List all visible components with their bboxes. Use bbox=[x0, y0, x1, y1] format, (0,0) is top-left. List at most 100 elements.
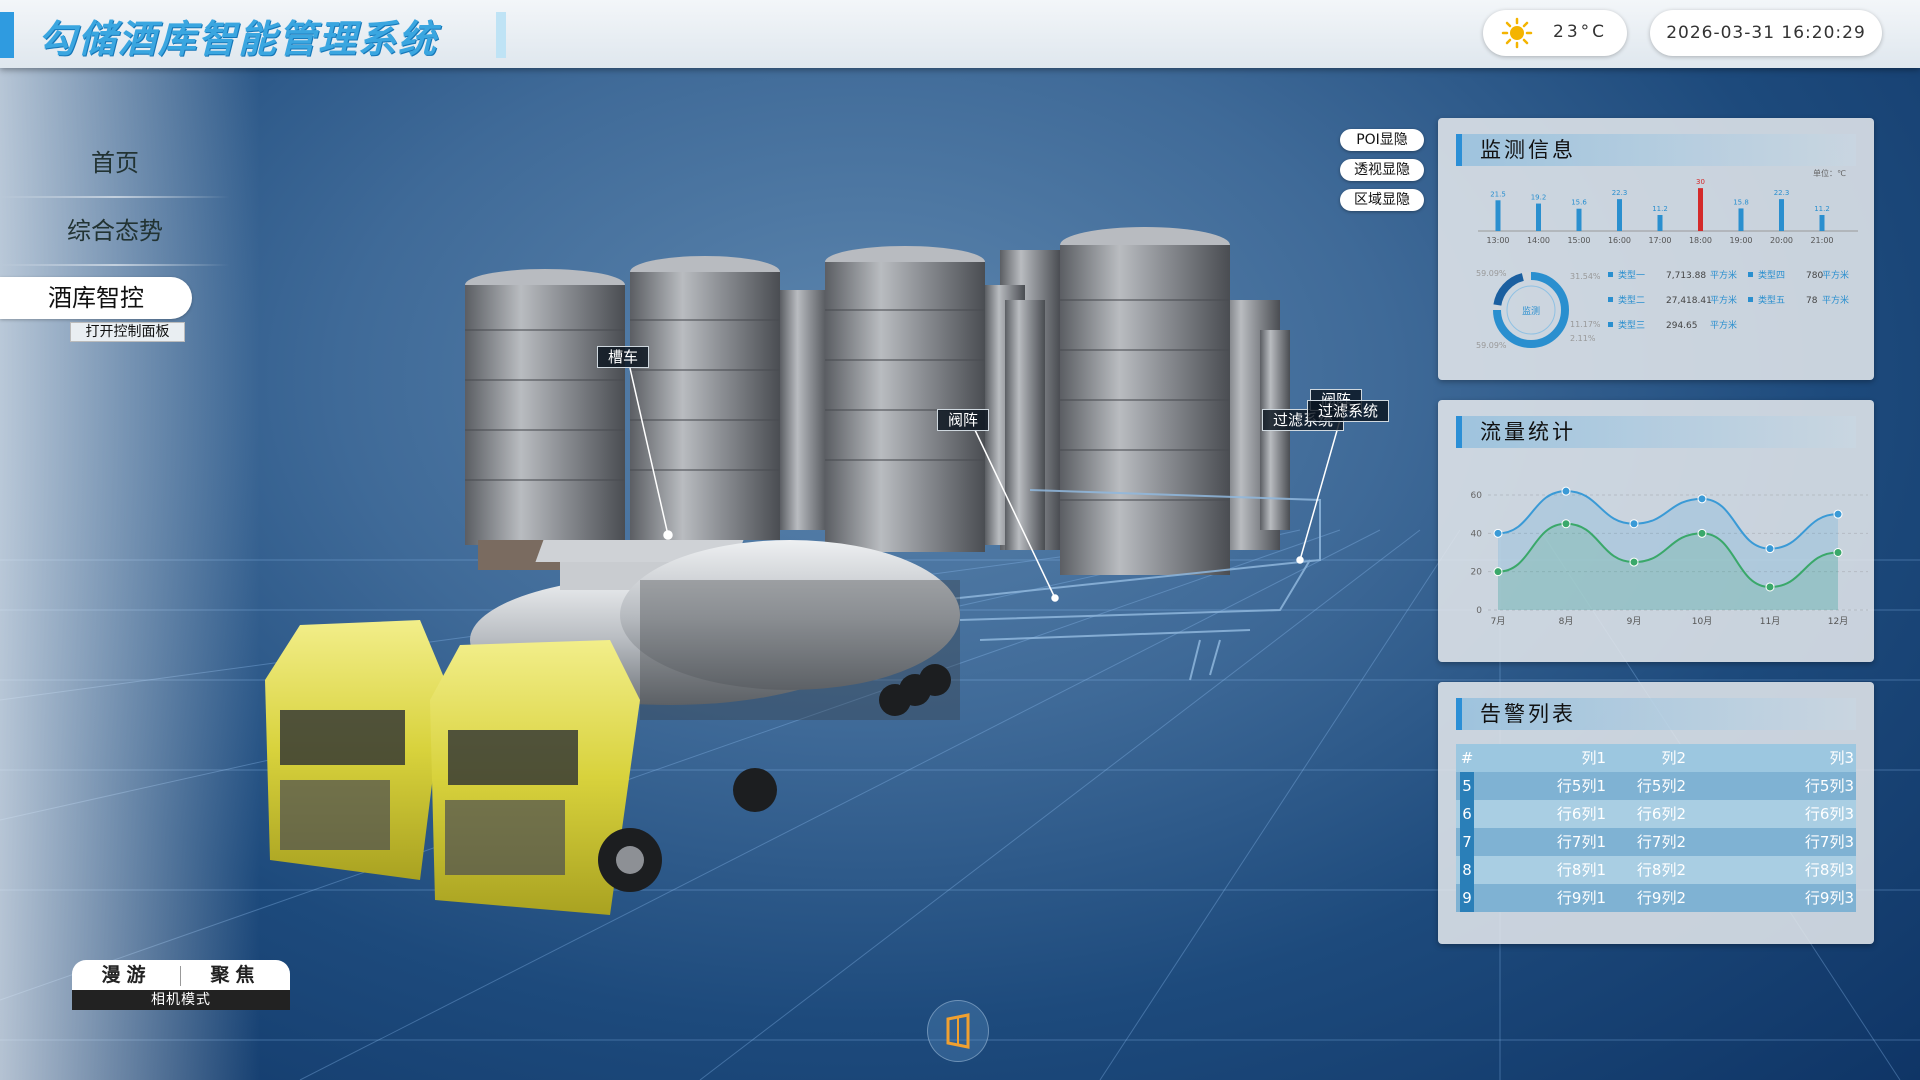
table-cell: 行9列2 bbox=[1636, 889, 1686, 907]
legend-value: 78 bbox=[1806, 296, 1818, 306]
series-point bbox=[1833, 509, 1843, 519]
datetime-display: 2026-03-31 16:20:29 bbox=[1650, 10, 1882, 56]
table-cell: 行7列1 bbox=[1556, 833, 1606, 851]
series-point bbox=[1765, 582, 1775, 592]
monitor-chart: 单位：℃ 21.5 13:00 19.2 14:00 15.6 15:00 22.3 16:0… bbox=[1476, 168, 1858, 350]
donut-label-right-1: 31.54% bbox=[1570, 272, 1601, 281]
bar bbox=[1657, 215, 1663, 231]
menu-item-overview[interactable]: 综合态势 bbox=[0, 198, 230, 264]
poi-toggle-button[interactable]: POI显隐 bbox=[1340, 129, 1424, 151]
table-header-row: # 列1 列2 列3 bbox=[1456, 744, 1856, 772]
legend-value: 7,713.88 bbox=[1666, 271, 1706, 281]
bar-value-label: 22.3 bbox=[1612, 189, 1628, 197]
tag-tanker[interactable]: 槽车 bbox=[597, 346, 650, 368]
monitor-legend: 类型一 7,713.88 平方米类型二 27,418.41平方米类型三 294.65 平方… bbox=[1608, 269, 1849, 331]
x-tick-label: 10月 bbox=[1692, 616, 1712, 627]
legend-unit: 平方米 bbox=[1710, 319, 1737, 331]
alarm-panel: 告警列表 # 列1 列2 列3 5 行5列1 行5列2 行5列3 6 行6列1 … bbox=[1438, 682, 1874, 944]
table-cell: 行5列1 bbox=[1556, 777, 1606, 795]
table-cell: 行5列3 bbox=[1804, 777, 1854, 795]
table-cell: 行6列3 bbox=[1804, 805, 1854, 823]
roam-button[interactable]: 漫游 bbox=[72, 960, 181, 990]
x-tick-label: 7月 bbox=[1491, 616, 1506, 627]
bar-value-label: 11.2 bbox=[1652, 205, 1668, 213]
legend-name: 类型五 bbox=[1758, 294, 1785, 306]
bar-series: 21.5 13:00 19.2 14:00 15.6 15:00 22.3 16:00 11.2… bbox=[1486, 178, 1833, 245]
legend-value: 780 bbox=[1806, 271, 1823, 281]
storage-tanks bbox=[465, 227, 1290, 575]
alarm-table: # 列1 列2 列3 5 行5列1 行5列2 行5列3 6 行6列1 行6列2 … bbox=[1456, 744, 1856, 912]
x-tick-label: 11月 bbox=[1760, 616, 1780, 627]
table-row[interactable]: 7 行7列1 行7列2 行7列3 bbox=[1456, 828, 1856, 856]
bar bbox=[1698, 188, 1703, 231]
bar-value-label: 30 bbox=[1696, 178, 1705, 186]
x-tick-label: 8月 bbox=[1559, 616, 1574, 627]
series-point bbox=[1629, 557, 1639, 567]
row-index: 9 bbox=[1460, 884, 1474, 912]
x-tick-label: 12月 bbox=[1828, 616, 1848, 627]
bar-value-label: 15.8 bbox=[1733, 198, 1749, 206]
focus-button[interactable]: 聚焦 bbox=[181, 960, 290, 990]
bar bbox=[1738, 208, 1744, 231]
open-control-panel-button[interactable]: 打开控制面板 bbox=[70, 322, 185, 342]
tag-valve-array[interactable]: 阀阵 bbox=[937, 409, 990, 431]
table-cell: 行6列2 bbox=[1636, 805, 1686, 823]
area-toggle-button[interactable]: 区域显隐 bbox=[1340, 189, 1424, 211]
table-row[interactable]: 6 行6列1 行6列2 行6列3 bbox=[1456, 800, 1856, 828]
perspective-toggle-button[interactable]: 透视显隐 bbox=[1340, 159, 1424, 181]
donut-center-label: 监测 bbox=[1522, 305, 1540, 317]
x-tick-label: 17:00 bbox=[1648, 236, 1671, 245]
x-tick-label: 21:00 bbox=[1810, 236, 1833, 245]
bar-value-label: 21.5 bbox=[1490, 190, 1506, 198]
door-icon bbox=[946, 1013, 970, 1049]
table-cell: 行8列3 bbox=[1804, 861, 1854, 879]
legend-unit: 平方米 bbox=[1710, 294, 1737, 306]
door-nav-button[interactable] bbox=[927, 1000, 989, 1062]
legend-swatch bbox=[1748, 297, 1753, 302]
app-title: 勾储酒库智能管理系统 bbox=[38, 17, 439, 61]
flow-chart: 0 20 40 60 7月 8月 9月 10月 11月 12月 bbox=[1471, 486, 1868, 627]
series-point bbox=[1493, 567, 1503, 577]
column-header: 列2 bbox=[1661, 749, 1686, 767]
tag-filter-system[interactable]: 过滤系统 bbox=[1307, 400, 1390, 422]
top-header: 勾储酒库智能管理系统 23°C 2026-03-31 16:20:29 bbox=[0, 0, 1920, 68]
row-index: 5 bbox=[1460, 772, 1474, 800]
menu-item-home[interactable]: 首页 bbox=[0, 130, 230, 196]
series-point bbox=[1561, 519, 1571, 529]
legend-value: 294.65 bbox=[1666, 321, 1698, 331]
flow-panel: 流量统计 0 20 40 60 7月 8月 9月 10月 11月 12月 bbox=[1438, 400, 1874, 662]
menu-item-smart-control[interactable]: 酒库智控 bbox=[0, 277, 192, 319]
table-cell: 行8列2 bbox=[1636, 861, 1686, 879]
table-cell: 行7列2 bbox=[1636, 833, 1686, 851]
header-accent-bar bbox=[0, 12, 14, 58]
column-header: # bbox=[1460, 749, 1474, 767]
alarm-title: 告警列表 bbox=[1480, 702, 1576, 726]
bar-value-label: 19.2 bbox=[1531, 194, 1547, 202]
y-tick-label: 20 bbox=[1471, 568, 1483, 578]
monitor-donut: 监测 59.09% 59.09% 31.54% 11.17% 2.11% bbox=[1476, 269, 1601, 350]
donut-label-right-2: 11.17% bbox=[1570, 320, 1601, 329]
y-tick-label: 40 bbox=[1471, 529, 1483, 539]
table-row[interactable]: 8 行8列1 行8列2 行8列3 bbox=[1456, 856, 1856, 884]
x-tick-label: 13:00 bbox=[1486, 236, 1509, 245]
legend-name: 类型四 bbox=[1758, 269, 1785, 281]
bar bbox=[1819, 215, 1825, 231]
donut-label-left-top: 59.09% bbox=[1476, 269, 1507, 278]
legend-swatch bbox=[1748, 272, 1753, 277]
series-point bbox=[1697, 494, 1707, 504]
legend-name: 类型二 bbox=[1618, 294, 1645, 306]
table-row[interactable]: 5 行5列1 行5列2 行5列3 bbox=[1456, 772, 1856, 800]
bar-value-label: 11.2 bbox=[1814, 205, 1830, 213]
bar-value-label: 22.3 bbox=[1774, 189, 1790, 197]
legend-swatch bbox=[1608, 297, 1613, 302]
camera-mode-control: 漫游 聚焦 相机模式 bbox=[72, 960, 290, 1010]
legend-swatch bbox=[1608, 272, 1613, 277]
legend-name: 类型三 bbox=[1618, 319, 1645, 331]
x-tick-label: 15:00 bbox=[1567, 236, 1590, 245]
row-index: 7 bbox=[1460, 828, 1474, 856]
legend-unit: 平方米 bbox=[1822, 294, 1849, 306]
table-row[interactable]: 9 行9列1 行9列2 行9列3 bbox=[1456, 884, 1856, 912]
series-point bbox=[1629, 519, 1639, 529]
table-cell: 行9列1 bbox=[1556, 889, 1606, 907]
table-cell: 行7列3 bbox=[1804, 833, 1854, 851]
